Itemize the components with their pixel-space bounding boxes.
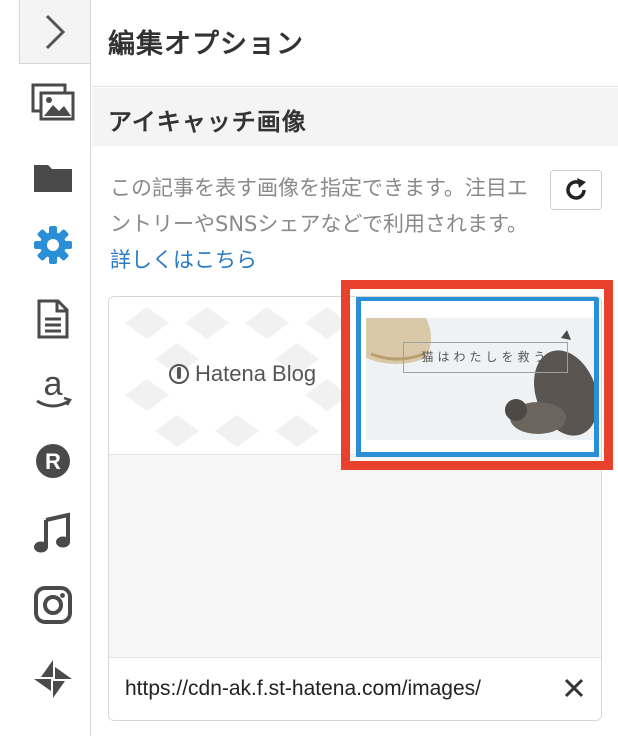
sidebar-item-settings[interactable] [30,222,76,268]
folder-icon [34,165,72,192]
close-icon [564,678,584,698]
sidebar-expand-more[interactable] [30,720,76,736]
sidebar-item-folder[interactable] [30,154,76,200]
cat-caption: 猫はわたしを救う [403,342,568,373]
cat-illustration [366,318,594,440]
divider [92,86,618,87]
image-url-row: https://cdn-ak.f.st-hatena.com/images/ [109,657,601,720]
edit-options-panel: 編集オプション アイキャッチ画像 この記事を表す画像を指定できます。注目エントリ… [92,0,618,736]
svg-text:a: a [44,367,63,403]
hatena-logo-icon [169,364,189,384]
chevron-right-icon [45,14,66,49]
cat-photo: 猫はわたしを救う [366,318,594,440]
instagram-icon [34,586,72,624]
panel-title: 編集オプション [108,29,304,60]
details-link[interactable]: 詳しくはこちら [110,248,257,272]
thumbnail-row: Hatena Blog 猫はわたしを救う [109,297,601,457]
pinwheel-icon [34,660,72,698]
gear-icon [34,226,72,264]
sidebar-item-instagram[interactable] [30,582,76,628]
eyecatch-image-picker: Hatena Blog 猫はわたしを救う https://cdn-ak.f.st… [108,296,602,721]
thumbnail-cat-selected[interactable]: 猫はわたしを救う [356,297,599,457]
music-note-icon [34,512,70,553]
sidebar-item-music[interactable] [30,510,76,556]
rakuten-icon: R [36,444,70,478]
refresh-icon [566,178,586,200]
document-icon [37,299,69,339]
thumbnail-hatena-blog[interactable]: Hatena Blog [125,303,347,449]
sidebar: a R [0,0,91,736]
collapse-sidebar-button[interactable] [19,0,91,64]
eyecatch-description: この記事を表す画像を指定できます。注目エントリーやSNSシェアなどで利用されます… [110,170,540,278]
sidebar-item-document[interactable] [30,296,76,342]
image-url-input[interactable]: https://cdn-ak.f.st-hatena.com/images/ [125,677,535,701]
svg-text:R: R [45,449,61,474]
refresh-button[interactable] [550,170,602,210]
clear-url-button[interactable] [557,671,591,705]
description-text: この記事を表す画像を指定できます。注目エントリーやSNSシェアなどで利用されます… [110,176,528,236]
eyecatch-section-header: アイキャッチ画像 [92,88,618,146]
sidebar-item-pinwheel[interactable] [30,656,76,702]
hatena-blog-label: Hatena Blog [195,361,317,386]
section-title: アイキャッチ画像 [108,108,307,136]
sidebar-item-amazon[interactable]: a [30,366,76,412]
amazon-icon: a [36,367,72,408]
sidebar-item-rakuten[interactable]: R [30,438,76,484]
sidebar-item-photos[interactable] [30,80,76,126]
photos-icon [31,83,75,121]
